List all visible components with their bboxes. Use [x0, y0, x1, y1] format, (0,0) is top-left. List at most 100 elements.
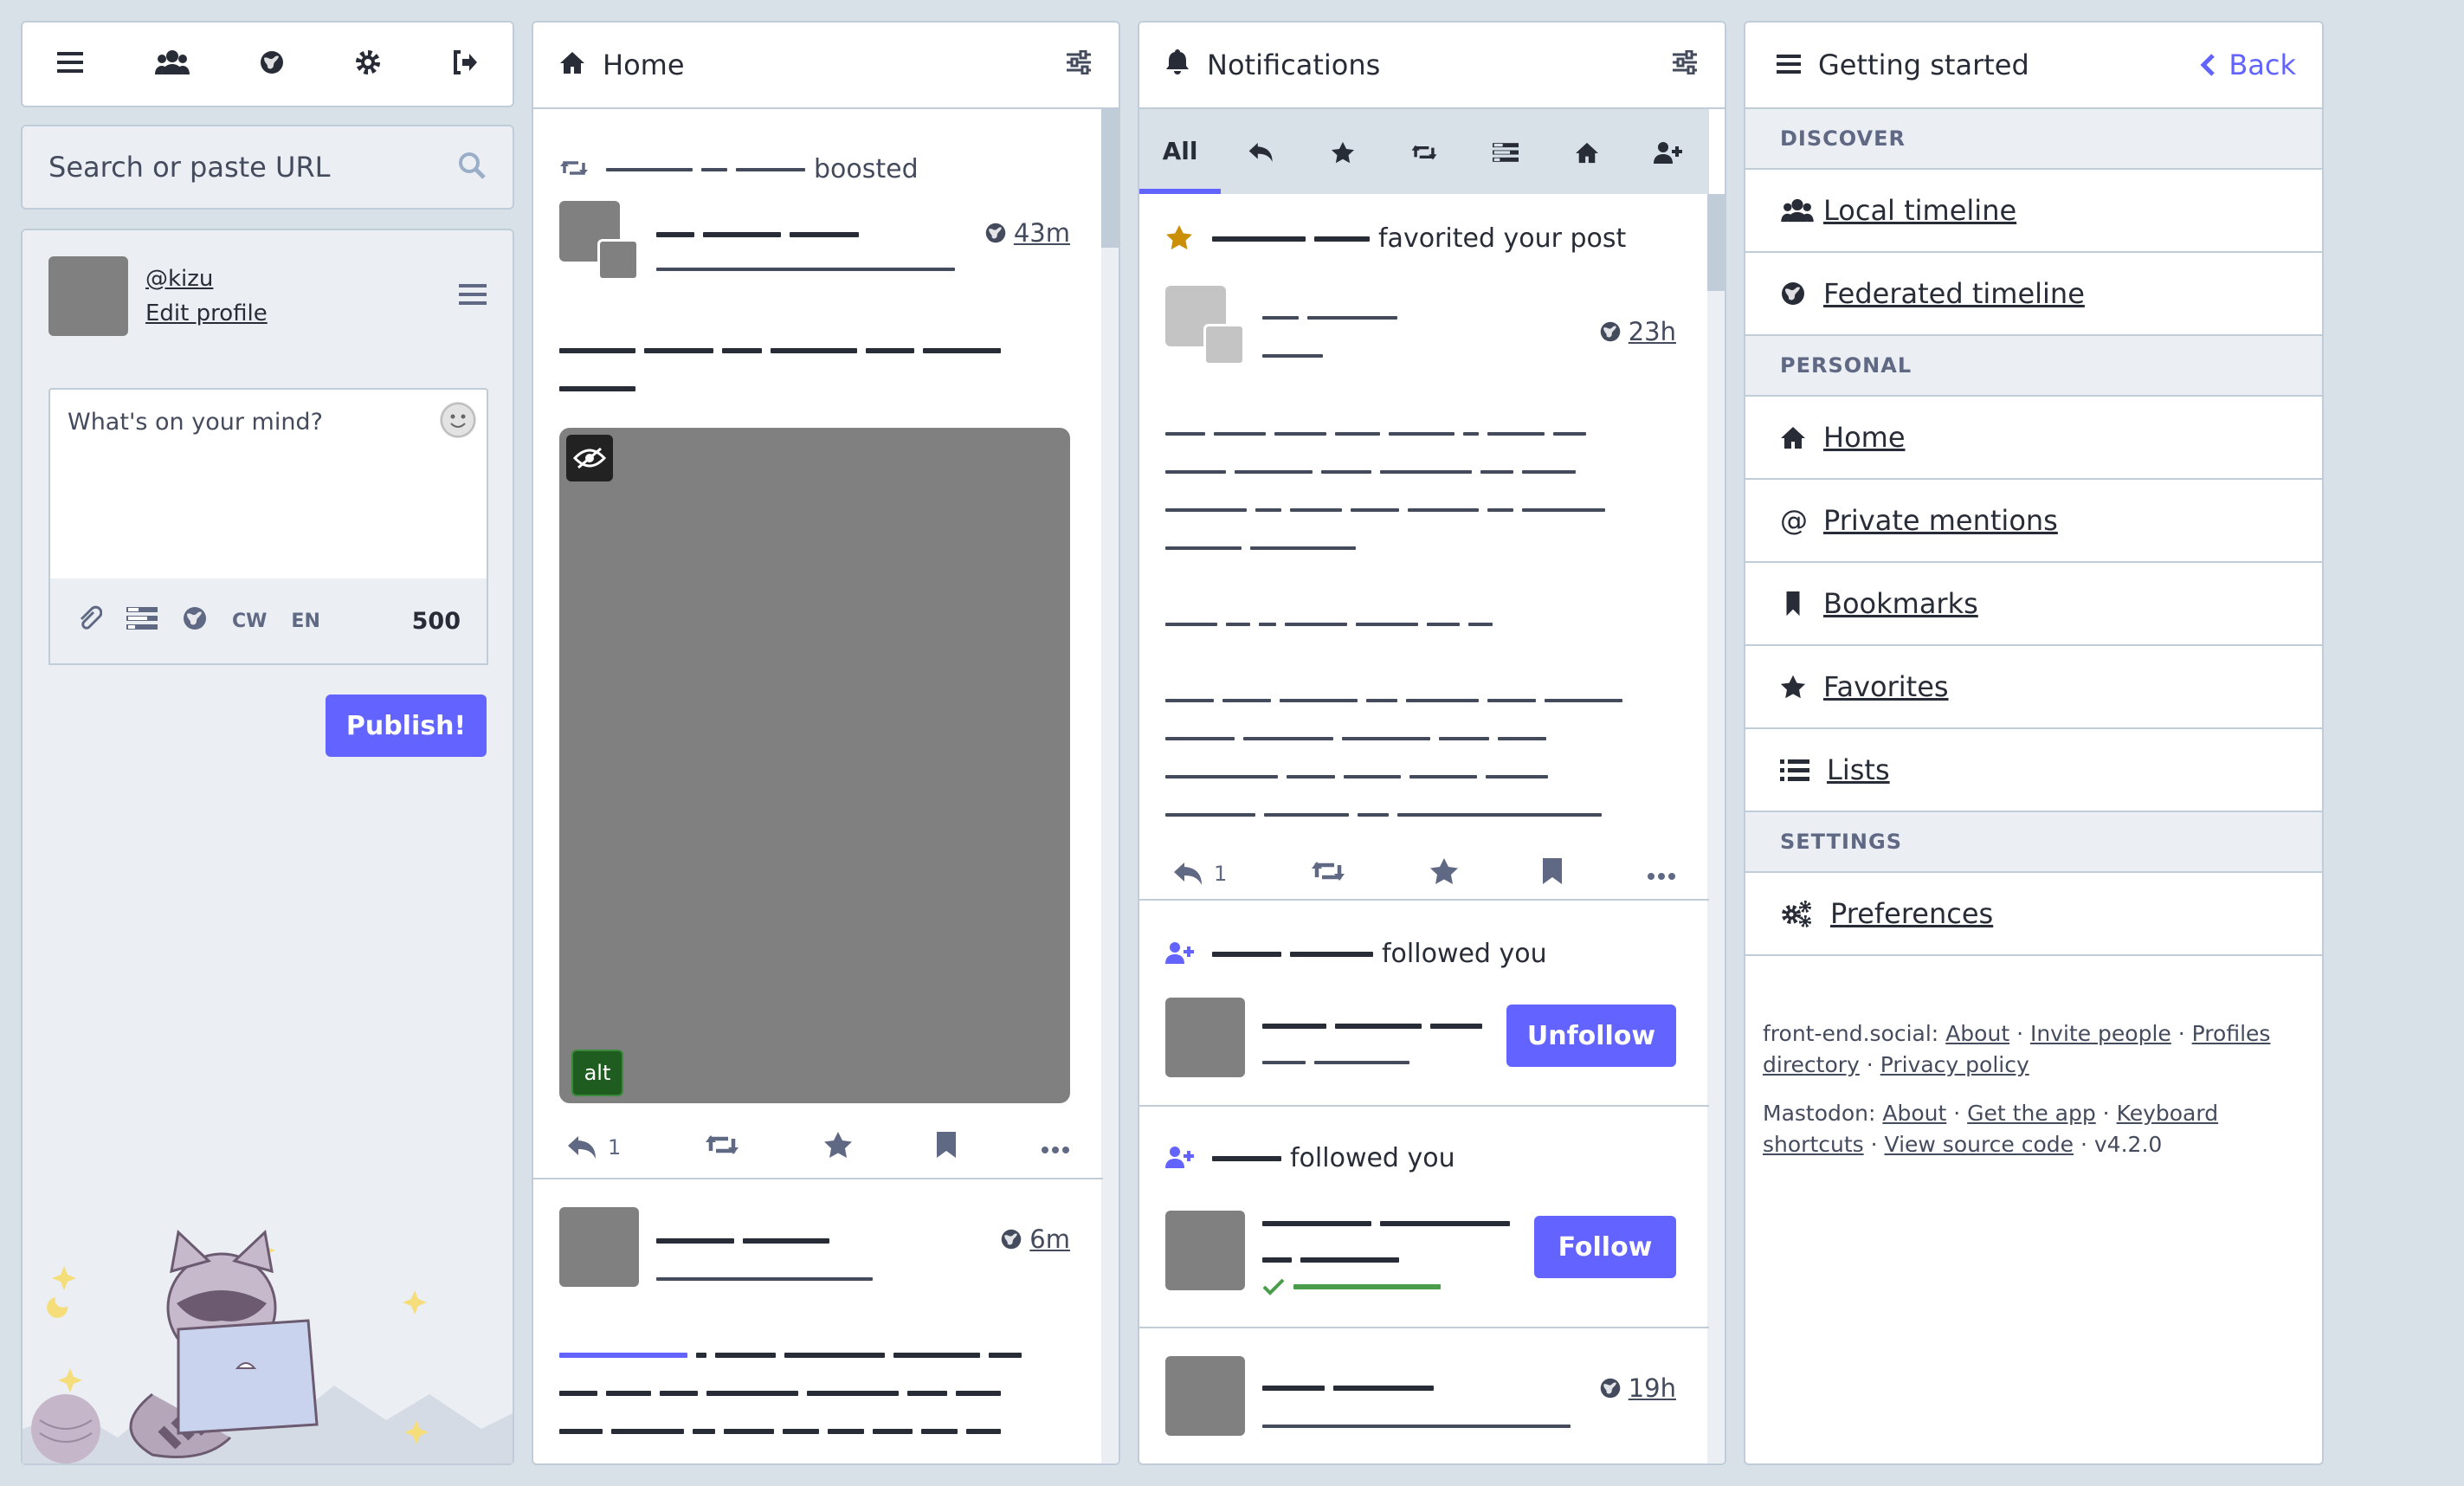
account-card[interactable]: Follow [1165, 1209, 1676, 1295]
poll-icon[interactable] [126, 607, 158, 635]
nav-home[interactable]: Home [1745, 397, 2322, 480]
status-time[interactable]: 23h [1599, 317, 1676, 346]
privacy-link[interactable]: Privacy policy [1880, 1052, 2029, 1077]
tab-mentions[interactable] [1221, 109, 1302, 194]
unfollow-button[interactable]: Unfollow [1506, 1005, 1676, 1067]
publish-button[interactable]: Publish! [326, 695, 487, 757]
boost-button[interactable] [704, 1132, 740, 1163]
back-button[interactable]: Back [2199, 48, 2296, 81]
boost-icon [559, 158, 589, 182]
nav-bookmarks[interactable]: Bookmarks [1745, 563, 2322, 646]
tab-all[interactable]: All [1139, 109, 1221, 194]
status-time[interactable]: 19h [1599, 1373, 1676, 1403]
getting-started-title: Getting started [1818, 48, 2029, 81]
logout-icon[interactable] [452, 50, 478, 78]
people-icon[interactable] [154, 48, 190, 80]
nav-favorites[interactable]: Favorites [1745, 646, 2322, 729]
search-input[interactable] [48, 151, 429, 184]
notifications-title: Notifications [1207, 48, 1381, 81]
avatar[interactable] [1165, 1211, 1245, 1290]
home-scrollbar[interactable] [1101, 109, 1119, 1463]
hide-media-icon[interactable] [566, 435, 613, 481]
home-icon [1781, 427, 1805, 449]
reply-button[interactable]: 1 [566, 1134, 621, 1160]
source-code-link[interactable]: View source code [1885, 1132, 2074, 1157]
bookmark-icon [1786, 591, 1800, 617]
media-attachment[interactable]: alt [559, 428, 1070, 1103]
at-icon: @ [1780, 504, 1808, 537]
bookmark-icon[interactable] [935, 1131, 958, 1164]
chevron-left-icon [2200, 54, 2216, 76]
tab-polls[interactable] [1465, 109, 1546, 194]
nav-local-timeline[interactable]: Local timeline [1745, 170, 2322, 253]
tab-boosts[interactable] [1384, 109, 1465, 194]
people-icon [1781, 198, 1814, 223]
reply-button[interactable]: 1 [1172, 861, 1227, 887]
nav-lists[interactable]: Lists [1745, 729, 2322, 812]
column-settings-icon[interactable] [1671, 48, 1699, 81]
tab-follows[interactable] [1628, 109, 1709, 194]
tab-favorites[interactable] [1302, 109, 1384, 194]
nav-preferences[interactable]: Preferences [1745, 873, 2322, 956]
favorite-star-icon[interactable] [1429, 857, 1459, 890]
edit-profile-link[interactable]: Edit profile [145, 296, 268, 331]
status-card[interactable]: 23h 1 [1165, 286, 1676, 927]
attach-icon[interactable] [76, 605, 103, 636]
menu-icon[interactable] [57, 50, 85, 78]
globe-icon[interactable] [259, 49, 285, 79]
navigation-column: @kizu Edit profile What's on your mind? … [21, 21, 514, 1465]
alt-badge[interactable]: alt [571, 1050, 623, 1096]
status-time[interactable]: 6m [1000, 1224, 1070, 1254]
notifications-scrollbar[interactable] [1707, 194, 1725, 1463]
timestamp[interactable]: 19h [1629, 1373, 1676, 1403]
avatar-stack[interactable] [559, 201, 641, 282]
avatar[interactable] [1165, 1356, 1245, 1436]
home-header[interactable]: Home [533, 23, 1119, 109]
more-options-icon[interactable] [1647, 862, 1676, 886]
about-link[interactable]: About [1945, 1021, 2009, 1046]
bookmark-icon[interactable] [1541, 857, 1564, 890]
status-time[interactable]: 43m [984, 218, 1070, 248]
notifications-header[interactable]: Notifications [1139, 23, 1725, 109]
more-options-icon[interactable] [1041, 1135, 1070, 1160]
mastodon-about-link[interactable]: About [1882, 1101, 1946, 1126]
nav-toolbar [21, 21, 514, 107]
timestamp[interactable]: 6m [1029, 1224, 1070, 1254]
avatar[interactable] [1165, 998, 1245, 1077]
section-personal: PERSONAL [1745, 336, 2322, 397]
boost-button[interactable] [1310, 858, 1346, 889]
timestamp[interactable]: 23h [1629, 317, 1676, 346]
language-button[interactable]: EN [291, 611, 319, 632]
get-app-link[interactable]: Get the app [1967, 1101, 2096, 1126]
home-scroll-thumb[interactable] [1101, 109, 1119, 248]
account-card[interactable]: Unfollow [1165, 996, 1676, 1079]
avatar[interactable] [48, 256, 128, 336]
visibility-globe-icon[interactable] [182, 605, 208, 636]
notifications-scroll-thumb[interactable] [1707, 194, 1725, 291]
search-bar[interactable] [21, 125, 514, 210]
cw-button[interactable]: CW [232, 611, 267, 632]
verified-link[interactable] [1262, 1278, 1449, 1295]
profile-handle[interactable]: @kizu [145, 262, 268, 296]
nav-federated-timeline[interactable]: Federated timeline [1745, 253, 2322, 336]
back-label: Back [2229, 48, 2296, 81]
search-icon[interactable] [457, 151, 487, 184]
status-card[interactable]: 19h [1165, 1356, 1676, 1463]
tab-home[interactable] [1546, 109, 1628, 194]
avatar[interactable] [559, 1207, 639, 1287]
gear-icon[interactable] [354, 48, 382, 80]
globe-icon [1600, 321, 1620, 342]
status-card[interactable]: 43m alt 1 [559, 201, 1070, 1188]
invite-link[interactable]: Invite people [2030, 1021, 2171, 1046]
timestamp[interactable]: 43m [1014, 218, 1070, 248]
avatar-stack[interactable] [1165, 286, 1247, 367]
nav-private-mentions[interactable]: @ Private mentions [1745, 480, 2322, 563]
favorite-star-icon[interactable] [823, 1131, 853, 1164]
emoji-picker-icon[interactable] [440, 402, 476, 438]
compose-menu-icon[interactable] [459, 282, 487, 310]
column-settings-icon[interactable] [1065, 48, 1093, 81]
globe-icon [1782, 282, 1804, 305]
status-card[interactable]: 6m [559, 1207, 1070, 1463]
follow-button[interactable]: Follow [1534, 1216, 1676, 1278]
nav-label: Private mentions [1823, 504, 2058, 537]
